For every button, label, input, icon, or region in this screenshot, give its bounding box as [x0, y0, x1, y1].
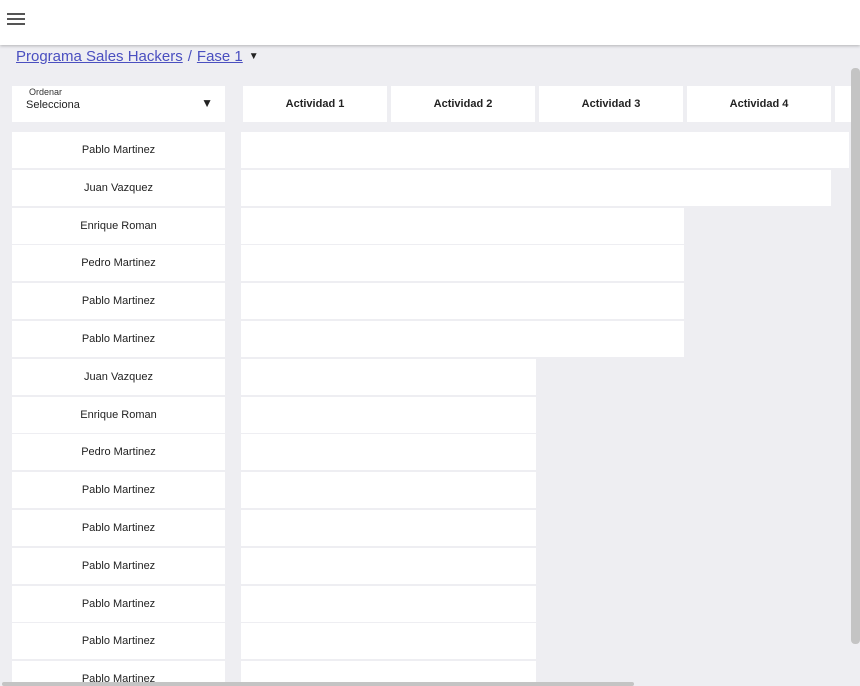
participant-name[interactable]: Pedro Martinez — [12, 245, 225, 281]
activity-progress-bar — [241, 321, 684, 357]
participant-name[interactable]: Pablo Martinez — [12, 586, 225, 622]
sort-label: Ordenar — [29, 87, 63, 97]
activity-progress-bar — [241, 132, 849, 168]
activity-progress-bar — [241, 245, 684, 281]
dropdown-arrow-icon[interactable]: ▼ — [201, 96, 213, 110]
participant-name[interactable]: Juan Vazquez — [12, 170, 225, 206]
activity-progress-bar — [241, 586, 536, 622]
top-bar — [0, 0, 860, 45]
activity-progress-bar — [241, 623, 536, 659]
hamburger-menu-icon[interactable] — [7, 12, 27, 28]
participant-name[interactable]: Juan Vazquez — [12, 359, 225, 395]
breadcrumb-separator: / — [187, 48, 192, 65]
participant-name[interactable]: Pablo Martinez — [12, 510, 225, 546]
participant-name[interactable]: Pablo Martinez — [12, 283, 225, 319]
activity-progress-bar — [241, 548, 536, 584]
vertical-scrollbar[interactable] — [851, 68, 860, 644]
participant-name[interactable]: Pablo Martinez — [12, 548, 225, 584]
activity-progress-bar — [241, 283, 684, 319]
activity-progress-bar — [241, 359, 536, 395]
activity-progress-bar — [241, 170, 831, 206]
breadcrumb-phase-link[interactable]: Fase 1 — [197, 48, 243, 65]
participant-name[interactable]: Pablo Martinez — [12, 132, 225, 168]
activity-progress-bar — [241, 510, 536, 546]
sort-value: Selecciona — [26, 99, 80, 111]
breadcrumb: Programa Sales Hackers / Fase 1 ▼ — [16, 48, 259, 65]
participant-name[interactable]: Pablo Martinez — [12, 623, 225, 659]
participant-name[interactable]: Pablo Martinez — [12, 472, 225, 508]
participant-name[interactable]: Enrique Roman — [12, 397, 225, 433]
participant-name[interactable]: Pedro Martinez — [12, 434, 225, 470]
activity-progress-bar — [241, 472, 536, 508]
column-header-activity-2[interactable]: Actividad 2 — [391, 86, 535, 122]
participant-name[interactable]: Enrique Roman — [12, 208, 225, 244]
sort-select[interactable]: Ordenar Selecciona ▼ — [12, 86, 225, 122]
activity-progress-bar — [241, 434, 536, 470]
column-header-activity-4[interactable]: Actividad 4 — [687, 86, 831, 122]
column-header-activity-3[interactable]: Actividad 3 — [539, 86, 683, 122]
column-header-activity-1[interactable]: Actividad 1 — [243, 86, 387, 122]
activity-progress-bar — [241, 397, 536, 433]
caret-down-icon[interactable]: ▼ — [249, 51, 259, 62]
breadcrumb-program-link[interactable]: Programa Sales Hackers — [16, 48, 183, 65]
horizontal-scrollbar[interactable] — [2, 682, 634, 686]
activity-progress-bar — [241, 208, 684, 244]
participant-name[interactable]: Pablo Martinez — [12, 321, 225, 357]
